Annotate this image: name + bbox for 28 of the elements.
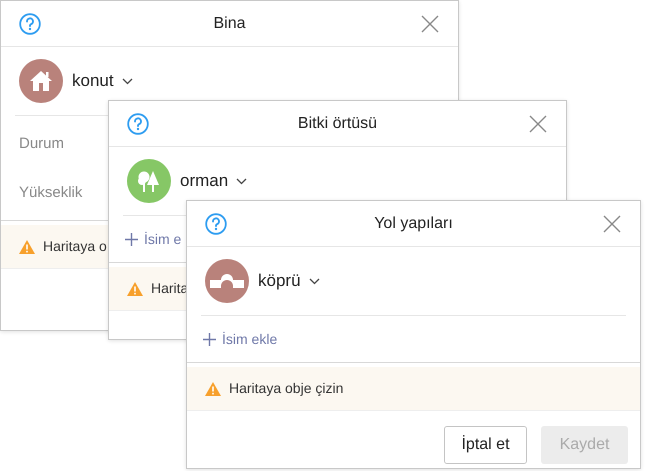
warning-icon [205,382,221,396]
dialog-title: Bina [213,14,246,34]
plus-icon [125,232,138,246]
close-button[interactable] [602,214,622,234]
help-icon[interactable] [127,112,149,134]
help-icon[interactable] [19,12,41,34]
help-icon[interactable] [205,212,227,234]
close-button[interactable] [528,114,548,134]
warning-icon [127,282,143,296]
house-icon [29,69,53,93]
add-name-link[interactable]: İsim ekle [203,328,278,350]
close-button[interactable] [420,14,440,34]
category-dropdown[interactable]: orman [180,168,248,194]
category-dropdown[interactable]: köprü [258,268,320,294]
dialog-title: Yol yapıları [374,214,453,234]
plus-icon [203,332,216,346]
add-name-link[interactable]: İsim e [125,228,182,250]
chevron-icon [236,178,248,184]
warning-message: Haritaya obje çizin [229,379,344,398]
warning-message: Haritaya o [43,237,107,256]
dialog-title: Bitki örtüsü [298,114,378,134]
chevron-icon [122,78,133,84]
field-label: Durum [19,134,66,154]
bridge-icon [210,274,244,288]
category-dropdown[interactable]: konut [72,68,133,94]
cancel-button[interactable]: İptal et [444,426,527,464]
chevron-icon [308,278,320,284]
warning-icon [19,240,35,254]
